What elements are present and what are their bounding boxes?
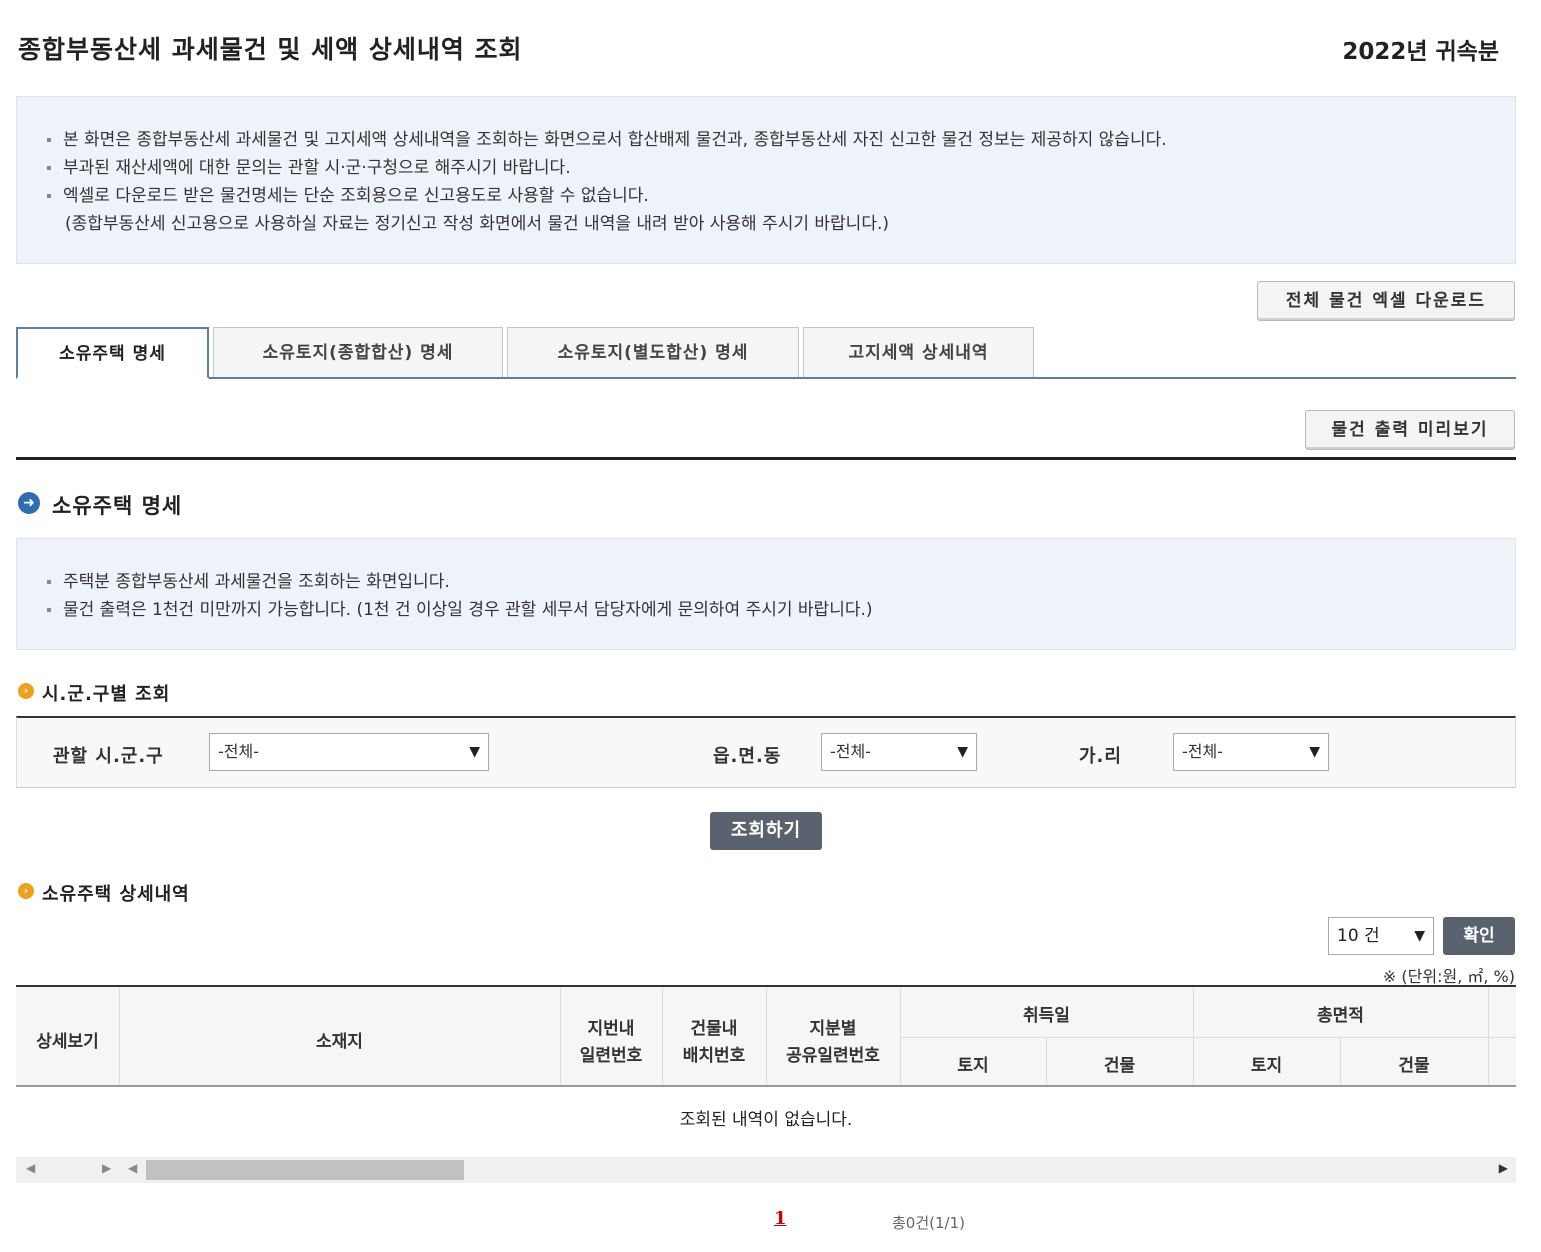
tab-owned-house[interactable]: 소유주택 명세 xyxy=(16,327,209,379)
unit-note: ※ (단위:원, ㎡, %) xyxy=(1382,967,1515,986)
ri-label: 가.리 xyxy=(1079,746,1122,767)
bullet-icon xyxy=(47,138,51,142)
chevron-circle-icon: › xyxy=(18,683,34,699)
col-location: 소재지 xyxy=(316,1032,363,1052)
tab-bar: 소유주택 명세 소유토지(종합합산) 명세 소유토지(별도합산) 명세 고지세액… xyxy=(16,327,1516,379)
page-size-select[interactable]: 10 건 ▼ xyxy=(1328,917,1434,955)
tab-owned-land-separate[interactable]: 소유토지(별도합산) 명세 xyxy=(507,327,799,377)
page-total: 총0건(1/1) xyxy=(892,1214,965,1232)
divider xyxy=(16,457,1516,460)
confirm-button[interactable]: 확인 xyxy=(1443,917,1515,955)
eup-label: 읍.면.동 xyxy=(713,746,782,767)
notice-line: 부과된 재산세액에 대한 문의는 관할 시·군·구청으로 해주시기 바랍니다. xyxy=(47,153,571,178)
col-view: 상세보기 xyxy=(36,1032,99,1052)
notice-sub-line: (종합부동산세 신고용으로 사용하실 자료는 정기신고 작성 화면에서 물건 내… xyxy=(65,214,889,234)
col-acq-land: 토지 xyxy=(957,1056,989,1076)
col-total-area: 총면적 xyxy=(1317,1006,1364,1026)
section-title: 소유주택 명세 xyxy=(52,494,183,518)
detail-subtitle: 소유주택 상세내역 xyxy=(42,884,190,905)
empty-message: 조회된 내역이 없습니다. xyxy=(679,1110,853,1130)
col-area-bldg: 건물 xyxy=(1398,1056,1430,1076)
scroll-thumb[interactable] xyxy=(146,1160,464,1180)
sigungu-select[interactable]: -전체- ▼ xyxy=(209,733,489,771)
col-share-serial: 지분별 공유일련번호 xyxy=(786,1019,880,1066)
bullet-icon xyxy=(47,166,51,170)
col-acq-date: 취득일 xyxy=(1023,1006,1070,1026)
notice-line: 물건 출력은 1천건 미만까지 가능합니다. (1천 건 이상일 경우 관할 세… xyxy=(47,595,873,620)
horizontal-scrollbar[interactable]: ◀ ▶ ◀ ▶ xyxy=(16,1157,1516,1183)
chevron-down-icon: ▼ xyxy=(1414,928,1425,944)
notice-line: 주택분 종합부동산세 과세물건을 조회하는 화면입니다. xyxy=(47,567,450,592)
col-jibun-serial: 지번내 일련번호 xyxy=(579,1019,643,1066)
chevron-down-icon: ▼ xyxy=(469,744,480,760)
col-area-land: 토지 xyxy=(1250,1056,1283,1076)
tab-owned-land-combined[interactable]: 소유토지(종합합산) 명세 xyxy=(213,327,503,377)
detail-table-header: 상세보기 소재지 지번내 일련번호 건물내 배치번호 지분별 공유일련번호 취득… xyxy=(16,985,1516,1087)
bullet-icon xyxy=(47,608,51,612)
scroll-right-icon[interactable]: ▶ xyxy=(1499,1161,1508,1175)
col-acq-bldg: 건물 xyxy=(1103,1056,1136,1076)
scroll-left-icon[interactable]: ◀ xyxy=(26,1161,35,1175)
chevron-down-icon: ▼ xyxy=(957,744,968,760)
page-link-current[interactable]: 1 xyxy=(774,1208,787,1229)
search-form: 관할 시.군.구 -전체- ▼ 읍.면.동 -전체- ▼ 가.리 -전체- ▼ xyxy=(16,716,1516,788)
tab-tax-detail[interactable]: 고지세액 상세내역 xyxy=(803,327,1034,377)
scroll-left-icon[interactable]: ◀ xyxy=(128,1161,137,1175)
scroll-right-icon[interactable]: ▶ xyxy=(102,1161,111,1175)
notice-box-section: 주택분 종합부동산세 과세물건을 조회하는 화면입니다. 물건 출력은 1천건 … xyxy=(16,538,1516,650)
eup-select[interactable]: -전체- ▼ xyxy=(821,733,977,771)
chevron-down-icon: ▼ xyxy=(1309,744,1320,760)
chevron-circle-icon: › xyxy=(18,883,34,899)
print-preview-button[interactable]: 물건 출력 미리보기 xyxy=(1305,410,1515,450)
notice-line: 본 화면은 종합부동산세 과세물건 및 고지세액 상세내역을 조회하는 화면으로… xyxy=(47,125,1167,150)
search-subtitle: 시.군.구별 조회 xyxy=(42,684,171,705)
tax-year-label: 2022년 귀속분 xyxy=(1342,39,1499,65)
col-bldg-serial: 건물내 배치번호 xyxy=(682,1019,746,1066)
search-button[interactable]: 조회하기 xyxy=(710,812,822,850)
bullet-icon xyxy=(47,580,51,584)
excel-download-button[interactable]: 전체 물건 엑셀 다운로드 xyxy=(1257,281,1515,321)
notice-line: 엑셀로 다운로드 받은 물건명세는 단순 조회용으로 신고용도로 사용할 수 없… xyxy=(47,181,649,206)
bullet-icon xyxy=(47,194,51,198)
page-title: 종합부동산세 과세물건 및 세액 상세내역 조회 xyxy=(18,35,523,64)
ri-select[interactable]: -전체- ▼ xyxy=(1173,733,1329,771)
sigungu-label: 관할 시.군.구 xyxy=(53,746,164,767)
notice-box-top: 본 화면은 종합부동산세 과세물건 및 고지세액 상세내역을 조회하는 화면으로… xyxy=(16,96,1516,264)
arrow-right-circle-icon: ➜ xyxy=(18,492,40,514)
